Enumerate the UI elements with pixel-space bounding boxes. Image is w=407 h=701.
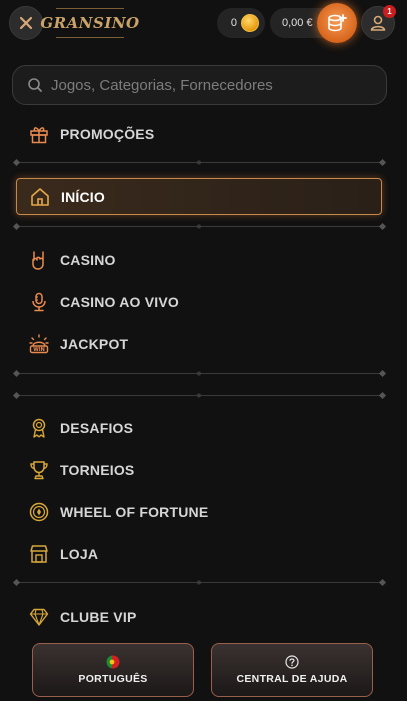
logo[interactable]: GRANSINO bbox=[40, 8, 139, 38]
coin-icon bbox=[241, 14, 259, 32]
diamond-icon bbox=[28, 606, 50, 628]
search-input[interactable] bbox=[51, 76, 371, 94]
rock-hand-icon bbox=[28, 249, 50, 271]
home-icon bbox=[29, 186, 51, 208]
notification-badge[interactable]: 1 bbox=[383, 5, 396, 18]
menu-label: PROMOÇÕES bbox=[60, 126, 155, 142]
jackpot-win-icon: WIN bbox=[28, 333, 50, 355]
microphone-icon bbox=[28, 291, 50, 313]
menu-label: CLUBE VIP bbox=[60, 609, 137, 625]
menu-label: LOJA bbox=[60, 546, 99, 562]
menu-label: CASINO bbox=[60, 252, 116, 268]
menu-label: INÍCIO bbox=[61, 188, 105, 205]
language-button[interactable]: PORTUGUÊS bbox=[32, 643, 194, 697]
help-center-button[interactable]: CENTRAL DE AJUDA bbox=[211, 643, 373, 697]
section-divider bbox=[12, 158, 387, 167]
menu-item-promocoes[interactable]: PROMOÇÕES bbox=[28, 121, 154, 147]
menu-label: CASINO AO VIVO bbox=[60, 294, 179, 310]
shop-icon bbox=[28, 543, 50, 565]
menu-item-torneios[interactable]: TORNEIOS bbox=[28, 457, 134, 483]
menu-label: JACKPOT bbox=[60, 336, 129, 352]
menu-label: DESAFIOS bbox=[60, 420, 134, 436]
menu-item-casino-ao-vivo[interactable]: CASINO AO VIVO bbox=[28, 289, 179, 315]
section-divider bbox=[12, 369, 387, 378]
deposit-button[interactable] bbox=[317, 3, 357, 43]
language-label: PORTUGUÊS bbox=[78, 673, 148, 685]
menu-item-jackpot[interactable]: WIN JACKPOT bbox=[28, 331, 128, 357]
logo-frame bbox=[56, 8, 124, 38]
help-label: CENTRAL DE AJUDA bbox=[236, 673, 348, 685]
search-bar[interactable] bbox=[12, 65, 387, 105]
menu-item-desafios[interactable]: DESAFIOS bbox=[28, 415, 133, 441]
top-bar: GRANSINO 0 0,00 € 1 bbox=[0, 0, 407, 46]
section-divider bbox=[12, 391, 387, 400]
portugal-flag-icon bbox=[106, 655, 120, 669]
close-icon bbox=[19, 16, 33, 30]
menu-item-wheel-of-fortune[interactable]: WHEEL OF FORTUNE bbox=[28, 499, 208, 525]
coins-balance[interactable]: 0 bbox=[217, 8, 265, 38]
menu-item-inicio[interactable]: INÍCIO bbox=[16, 178, 382, 215]
coins-stack-plus-icon bbox=[328, 14, 347, 32]
section-divider bbox=[12, 222, 387, 231]
wheel-icon bbox=[28, 501, 50, 523]
menu-label: WHEEL OF FORTUNE bbox=[60, 504, 209, 520]
balance-value: 0,00 € bbox=[282, 17, 313, 29]
search-icon bbox=[28, 78, 42, 92]
close-menu-button[interactable] bbox=[9, 6, 43, 40]
medal-icon bbox=[28, 417, 50, 439]
question-icon bbox=[285, 655, 299, 669]
section-divider bbox=[12, 578, 387, 587]
svg-text:WIN: WIN bbox=[33, 347, 45, 353]
user-icon bbox=[370, 15, 386, 31]
coins-value: 0 bbox=[230, 17, 237, 29]
trophy-icon bbox=[28, 459, 50, 481]
menu-item-loja[interactable]: LOJA bbox=[28, 541, 98, 567]
menu-item-casino[interactable]: CASINO bbox=[28, 247, 116, 273]
gift-icon bbox=[28, 123, 50, 145]
menu-label: TORNEIOS bbox=[60, 462, 135, 478]
menu-item-clube-vip[interactable]: CLUBE VIP bbox=[28, 604, 136, 630]
